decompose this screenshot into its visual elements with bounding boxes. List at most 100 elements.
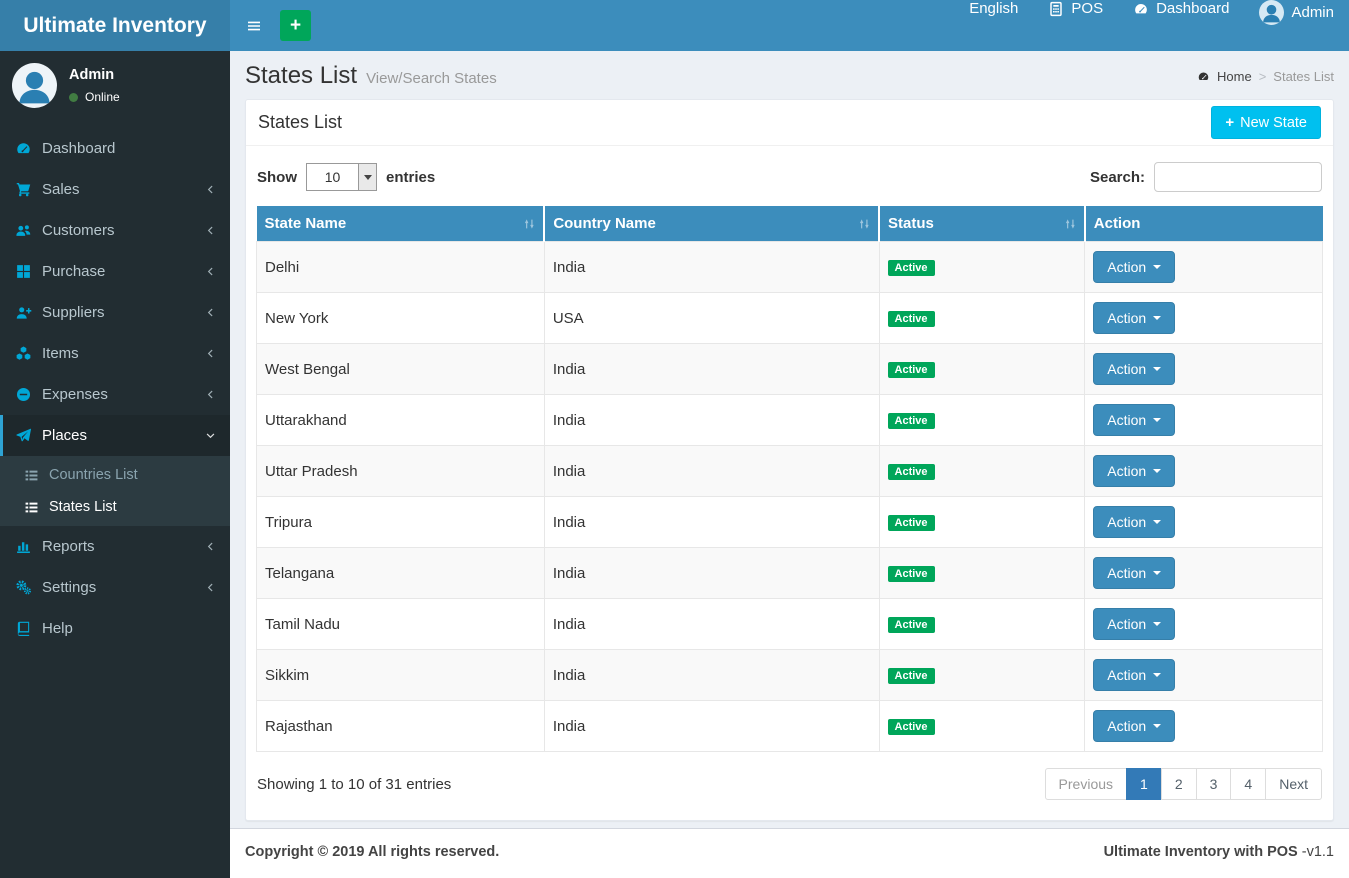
brand-logo[interactable]: Ultimate Inventory	[0, 0, 230, 51]
sidebar-sublink-states-list[interactable]: States List	[0, 491, 230, 523]
cell-country-name: USA	[543, 292, 880, 344]
table-info: Showing 1 to 10 of 31 entries	[257, 775, 452, 793]
action-button[interactable]: Action	[1093, 608, 1176, 640]
column-header-country-name[interactable]: Country Name	[544, 206, 881, 242]
entries-select[interactable]: 10	[306, 163, 377, 191]
action-button[interactable]: Action	[1093, 455, 1176, 487]
action-button[interactable]: Action	[1093, 557, 1176, 589]
cell-country-name: India	[543, 700, 880, 752]
navbar-link-admin[interactable]: Admin	[1244, 0, 1349, 25]
action-button-label: Action	[1107, 259, 1147, 275]
sidebar-link-expenses[interactable]: Expenses	[0, 374, 230, 415]
content-header: States List View/Search States Home > St…	[230, 51, 1349, 99]
table-row: Sikkim India Active Action	[256, 649, 1323, 701]
pagination-page-3[interactable]: 3	[1195, 768, 1232, 800]
navbar-item-label: Admin	[1291, 4, 1334, 21]
column-header-status[interactable]: Status	[879, 206, 1086, 242]
pagination-previous-item: Previous	[1044, 768, 1128, 800]
search-label: Search:	[1089, 168, 1145, 186]
action-button[interactable]: Action	[1093, 404, 1176, 436]
column-header-label: Country Name	[553, 215, 656, 232]
new-state-button[interactable]: + New State	[1211, 106, 1321, 139]
sidebar-item-label: Reports	[42, 538, 95, 555]
table-row: Uttarakhand India Active Action	[256, 394, 1323, 446]
caret-down-icon	[1153, 367, 1162, 371]
search-input[interactable]	[1154, 162, 1322, 192]
user-plus-icon	[15, 304, 32, 321]
pagination-page-item: 1	[1126, 768, 1162, 800]
pagination-page-item: 2	[1160, 768, 1197, 800]
chevron-down-icon	[205, 430, 216, 441]
sort-icon	[522, 217, 536, 231]
calculator-icon	[1048, 1, 1064, 17]
sidebar-subitem-label: States List	[49, 499, 117, 515]
action-button[interactable]: Action	[1093, 659, 1176, 691]
table-footer: Showing 1 to 10 of 31 entries Previous 1 2…	[256, 752, 1323, 810]
sidebar-sublink-countries-list[interactable]: Countries List	[0, 459, 230, 491]
sidebar-link-customers[interactable]: Customers	[0, 210, 230, 251]
online-status-dot	[69, 92, 78, 102]
sidebar-link-help[interactable]: Help	[0, 608, 230, 649]
action-button-label: Action	[1107, 616, 1147, 632]
action-button[interactable]: Action	[1093, 251, 1176, 283]
navbar-link-dashboard[interactable]: Dashboard	[1118, 0, 1244, 17]
dashboard-icon	[1197, 70, 1210, 83]
sidebar-item-suppliers: Suppliers	[0, 292, 230, 333]
cell-state-name: Tripura	[256, 496, 545, 548]
pagination-previous[interactable]: Previous	[1044, 768, 1128, 800]
column-header-state-name[interactable]: State Name	[256, 206, 546, 242]
cell-action: Action	[1084, 649, 1323, 701]
sidebar-item-label: Settings	[42, 579, 97, 596]
pagination-page-2[interactable]: 2	[1160, 768, 1197, 800]
sidebar-item-label: Help	[42, 620, 73, 637]
sort-icon	[1063, 217, 1077, 231]
sidebar-toggle-button[interactable]	[230, 0, 278, 51]
pagination-page-4[interactable]: 4	[1230, 768, 1267, 800]
sidebar-link-sales[interactable]: Sales	[0, 169, 230, 210]
navbar-link-english[interactable]: English	[954, 0, 1033, 17]
column-header-action: Action	[1084, 206, 1323, 242]
breadcrumb-home-link[interactable]: Home	[1217, 69, 1252, 84]
content-wrapper: States List View/Search States Home > St…	[230, 51, 1349, 828]
top-navbar: + English POS Dashboard Admin	[230, 0, 1349, 51]
table-row: Tamil Nadu India Active Action	[256, 598, 1323, 650]
sidebar-link-suppliers[interactable]: Suppliers	[0, 292, 230, 333]
entries-select-value: 10	[324, 169, 341, 185]
sidebar-link-items[interactable]: Items	[0, 333, 230, 374]
cell-state-name: New York	[256, 292, 545, 344]
table-controls: Show 10 entries Search:	[256, 156, 1323, 206]
sidebar-item-customers: Customers	[0, 210, 230, 251]
pagination-page-1[interactable]: 1	[1126, 768, 1162, 800]
sidebar-link-reports[interactable]: Reports	[0, 526, 230, 567]
sidebar-link-places[interactable]: Places	[0, 415, 230, 456]
action-button[interactable]: Action	[1093, 353, 1176, 385]
pagination-next[interactable]: Next	[1265, 768, 1322, 800]
chevron-left-icon	[205, 184, 216, 195]
action-button-label: Action	[1107, 361, 1147, 377]
sidebar-item-label: Places	[42, 427, 88, 444]
cell-status: Active	[878, 700, 1086, 752]
table-row: West Bengal India Active Action	[256, 343, 1323, 395]
column-header-label: State Name	[264, 215, 347, 232]
quick-add-button[interactable]: +	[280, 10, 311, 41]
action-button-label: Action	[1107, 514, 1147, 530]
gears-icon	[15, 579, 32, 596]
cell-state-name: Telangana	[256, 547, 545, 599]
navbar-menu: English POS Dashboard Admin	[954, 0, 1349, 51]
plus-icon: +	[1225, 114, 1235, 131]
hamburger-icon	[246, 18, 262, 34]
cell-state-name: Rajasthan	[256, 700, 545, 752]
table-body: Delhi India Active Action New York USA Active A…	[256, 241, 1323, 752]
action-button[interactable]: Action	[1093, 506, 1176, 538]
navbar-link-pos[interactable]: POS	[1033, 0, 1118, 17]
column-header-label: Action	[1093, 215, 1141, 232]
action-button-label: Action	[1107, 412, 1147, 428]
sidebar-link-settings[interactable]: Settings	[0, 567, 230, 608]
action-button[interactable]: Action	[1093, 302, 1176, 334]
status-badge: Active	[887, 260, 935, 276]
cell-status: Active	[878, 598, 1086, 650]
sidebar-link-purchase[interactable]: Purchase	[0, 251, 230, 292]
sidebar-subitem-states-list: States List	[0, 491, 230, 523]
sidebar-link-dashboard[interactable]: Dashboard	[0, 128, 230, 169]
action-button[interactable]: Action	[1093, 710, 1176, 742]
